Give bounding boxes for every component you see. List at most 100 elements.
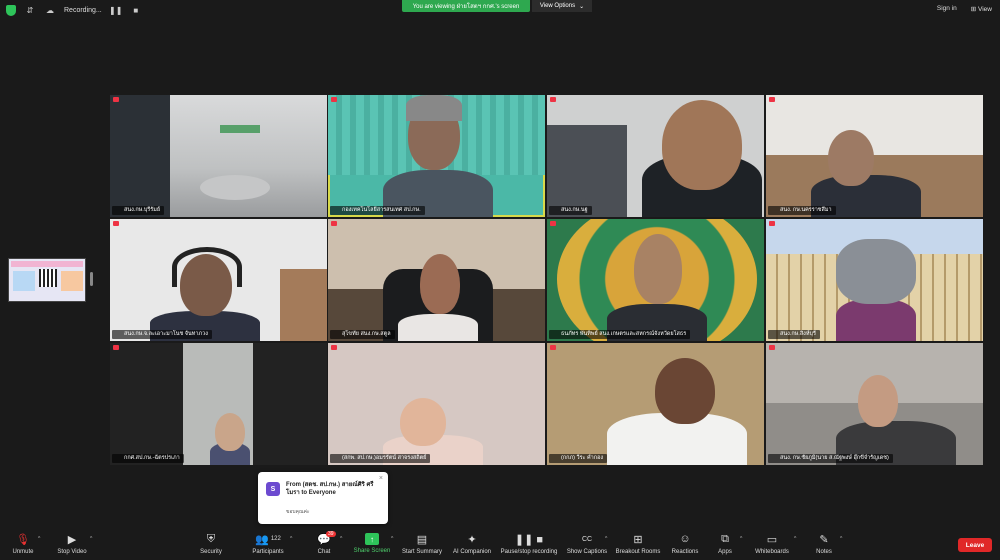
- shield-icon[interactable]: [6, 4, 16, 16]
- participant-name: กกศ.สป.กษ.-ฉัตรปรเภา: [112, 454, 184, 463]
- person-head: [662, 100, 742, 190]
- captions-icon: CC: [581, 535, 593, 543]
- muted-mic-icon: [113, 221, 119, 226]
- participant-name: สนง.กษ.นฐ: [549, 206, 592, 215]
- video-tile[interactable]: ธนภัทร พันทิพย์ สนง.เกษตรและสหกรณ์จังหวั…: [547, 219, 764, 341]
- muted-mic-icon: [769, 97, 775, 102]
- participant-name: สนง. กษ.ชัยภูมิ(นาย ส.ณัฐพงษ์ อุ๊กขีจำรั…: [768, 454, 893, 463]
- chevron-up-icon[interactable]: ^: [794, 536, 796, 542]
- video-tile[interactable]: สนง.กษ.นฐ: [547, 95, 764, 217]
- video-tile[interactable]: สนง.กษ.บุรีรัมย์: [110, 95, 327, 217]
- participant-name: (สกพ. สป.กษ.)อมรรัตน์ สาจรงสถิตย์: [330, 454, 431, 463]
- recording-label: Recording...: [64, 6, 102, 14]
- show-captions-button[interactable]: CC Show Captions: [565, 532, 609, 556]
- chevron-up-icon[interactable]: ^: [340, 536, 342, 542]
- thumbnail-resize-handle[interactable]: [90, 272, 93, 286]
- apps-button[interactable]: ⧉ Apps: [712, 532, 738, 556]
- whiteboards-label: Whiteboards: [755, 549, 789, 555]
- video-tile[interactable]: สนง.กษ.จ.ละเอาะมาโนช จันทาภวง: [110, 219, 327, 341]
- participant-name: สนง.กษ.สิงห์บุรี: [768, 330, 820, 339]
- chevron-down-icon: ⌄: [579, 3, 585, 10]
- muted-mic-icon: [769, 345, 775, 350]
- apps-label: Apps: [718, 549, 732, 555]
- video-tile[interactable]: สนง. กษ.ชัยภูมิ(นาย ส.ณัฐพงษ์ อุ๊กขีจำรั…: [766, 343, 983, 465]
- person-head: [420, 254, 460, 314]
- video-tile[interactable]: กกศ.สป.กษ.-ฉัตรปรเภา: [110, 343, 327, 465]
- participant-name: สนง. กษ.นครราชสีมา: [768, 206, 836, 215]
- share-screen-label: Share Screen: [353, 548, 391, 554]
- chevron-up-icon[interactable]: ^: [38, 536, 40, 542]
- start-summary-label: Start Summary: [401, 549, 442, 555]
- unmute-button[interactable]: 🎙 Unmute: [8, 532, 38, 556]
- unmute-label: Unmute: [12, 549, 34, 555]
- top-bar-right: Sign in ⊞ View: [937, 5, 992, 13]
- person-body: [398, 314, 478, 341]
- person-head: [858, 375, 898, 427]
- chevron-up-icon[interactable]: ^: [840, 536, 842, 542]
- pause-stop-icon: ❚❚ ■: [514, 533, 544, 546]
- breakout-rooms-button[interactable]: ⊞ Breakout Rooms: [614, 532, 662, 556]
- top-bar-left: ⇵ ☁ Recording... ❚❚ ■: [6, 4, 142, 16]
- notes-icon: ✎: [819, 533, 829, 546]
- participant-name: (กกภ) วีระ คำกอง: [549, 454, 608, 463]
- chevron-up-icon[interactable]: ^: [391, 536, 393, 542]
- stop-video-button[interactable]: ▶ Stop Video: [54, 532, 90, 556]
- sign-in-link[interactable]: Sign in: [937, 5, 957, 13]
- headphones: [172, 247, 242, 287]
- video-tile[interactable]: (กกภ) วีระ คำกอง: [547, 343, 764, 465]
- chevron-up-icon[interactable]: ^: [290, 536, 292, 542]
- muted-mic-icon: [331, 221, 337, 226]
- close-icon[interactable]: ×: [379, 475, 383, 482]
- participant-name: กองเทคโนโลยีสารสนเทศ สป.กษ.: [330, 206, 425, 215]
- shared-screen-thumbnail[interactable]: [8, 258, 86, 302]
- chat-message-text: ขอบคุณค่ะ: [286, 509, 310, 515]
- thumbnail-illustration: [13, 271, 35, 291]
- video-tile[interactable]: สุโขทัย สนง.กษ.สตูล: [328, 219, 545, 341]
- chevron-up-icon[interactable]: ^: [740, 536, 742, 542]
- smiley-icon: ☺: [679, 533, 691, 545]
- video-tile-active-speaker[interactable]: กองเทคโนโลยีสารสนเทศ สป.กษ.: [328, 95, 545, 217]
- participant-name: ธนภัทร พันทิพย์ สนง.เกษตรและสหกรณ์จังหวั…: [549, 330, 691, 339]
- notes-button[interactable]: ✎ Notes: [810, 532, 838, 556]
- participant-name: สุโขทัย สนง.กษ.สตูล: [330, 330, 395, 339]
- chevron-up-icon[interactable]: ^: [605, 536, 607, 542]
- qr-code: [39, 269, 57, 287]
- muted-mic-icon: [550, 97, 556, 102]
- video-tile[interactable]: สนง. กษ.นครราชสีมา: [766, 95, 983, 217]
- view-options-button[interactable]: View Options ⌄: [532, 0, 592, 12]
- share-screen-button[interactable]: ↑ Share Screen: [352, 532, 392, 554]
- raccoon-avatar: [836, 239, 916, 304]
- muted-mic-icon: [331, 97, 337, 102]
- ai-companion-button[interactable]: ✦ AI Companion: [450, 532, 494, 556]
- reactions-button[interactable]: ☺ Reactions: [668, 532, 702, 555]
- muted-mic-icon: [550, 345, 556, 350]
- whiteboard-icon: ▭: [766, 533, 778, 546]
- chat-button[interactable]: 💬 39 Chat: [310, 531, 338, 555]
- screen-share-icon[interactable]: ⇵: [24, 4, 36, 16]
- person-head: [634, 234, 682, 304]
- chat-label: Chat: [317, 549, 331, 555]
- whiteboards-button[interactable]: ▭ Whiteboards: [752, 532, 792, 556]
- start-summary-button[interactable]: ▤ Start Summary: [400, 532, 444, 556]
- video-tile[interactable]: สนง.กษ.สิงห์บุรี: [766, 219, 983, 341]
- leave-button[interactable]: Leave: [958, 538, 992, 552]
- meeting-table: [200, 175, 270, 200]
- video-tile[interactable]: (สกพ. สป.กษ.)อมรรัตน์ สาจรงสถิตย์: [328, 343, 545, 465]
- chat-notification-popup[interactable]: S From (สดช. สป.กษ.) สายณ์ศิริ ศรีโมรา t…: [258, 472, 388, 524]
- apps-icon: ⧉: [721, 532, 729, 545]
- chevron-up-icon[interactable]: ^: [90, 536, 92, 542]
- participants-button[interactable]: 👥 122 Participants: [248, 532, 288, 556]
- pause-icon[interactable]: ❚❚: [109, 4, 122, 16]
- muted-mic-icon: [331, 345, 337, 350]
- person-head: [215, 413, 245, 451]
- view-button[interactable]: ⊞ View: [971, 5, 992, 13]
- thumbnail-illustration-right: [61, 271, 83, 291]
- stop-video-label: Stop Video: [57, 549, 87, 555]
- muted-mic-icon: 🎙: [16, 533, 30, 546]
- stop-icon[interactable]: ■: [130, 4, 142, 16]
- ai-companion-label: AI Companion: [452, 549, 492, 555]
- show-captions-label: Show Captions: [566, 549, 608, 555]
- office-desk: [547, 125, 627, 217]
- pause-stop-recording-button[interactable]: ❚❚ ■ Pause/stop recording: [498, 532, 560, 556]
- security-button[interactable]: ⛨ Security: [196, 532, 226, 556]
